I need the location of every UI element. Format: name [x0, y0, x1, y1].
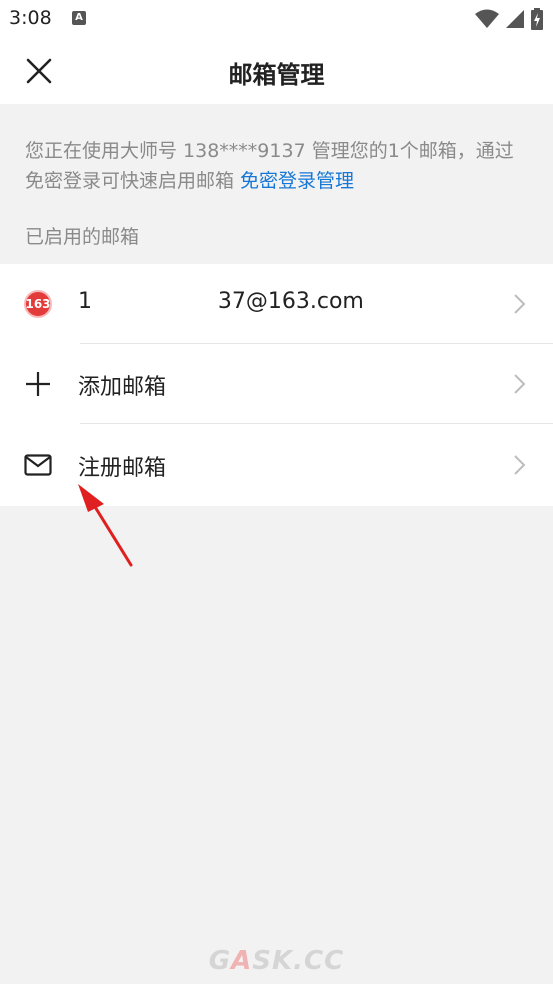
- account-description: 您正在使用大师号 138****9137 管理您的1个邮箱，通过免密登录可快速启…: [25, 136, 530, 196]
- watermark-part-b: A: [231, 946, 253, 976]
- chevron-right-icon: [514, 374, 526, 394]
- add-mailbox-label: 添加邮箱: [78, 375, 167, 400]
- mailbox-list: 163 1 37@163.com 添加邮箱 注册邮箱: [0, 264, 553, 506]
- divider: [80, 423, 553, 424]
- wifi-icon: [475, 9, 499, 28]
- 163-badge: 163: [24, 290, 52, 318]
- mailbox-address: 1 37@163.com: [78, 289, 364, 314]
- status-bar: 3:08 A: [0, 0, 553, 38]
- a-icon: A: [72, 11, 86, 25]
- 163-mail-icon: 163: [22, 289, 54, 319]
- battery-charging-icon: [531, 8, 543, 30]
- signal-icon: [506, 10, 524, 28]
- annotation-arrow: [78, 484, 133, 567]
- status-icons: [475, 8, 543, 30]
- mail-icon: [22, 450, 54, 480]
- page-title: 邮箱管理: [228, 61, 325, 89]
- add-mailbox-item[interactable]: 添加邮箱: [0, 344, 553, 424]
- chevron-right-icon: [514, 294, 526, 314]
- watermark-part-a: G: [208, 946, 232, 976]
- plus-icon: [22, 369, 54, 399]
- watermark: GASK.CC: [0, 946, 553, 976]
- section-label-enabled-mailboxes: 已启用的邮箱: [25, 226, 140, 248]
- status-time: 3:08: [9, 7, 52, 29]
- watermark-part-c: SK.CC: [252, 946, 345, 976]
- header: 邮箱管理: [0, 38, 553, 104]
- chevron-right-icon: [514, 455, 526, 475]
- passwordless-login-link[interactable]: 免密登录管理: [240, 170, 354, 192]
- mailbox-item-163[interactable]: 163 1 37@163.com: [0, 264, 553, 344]
